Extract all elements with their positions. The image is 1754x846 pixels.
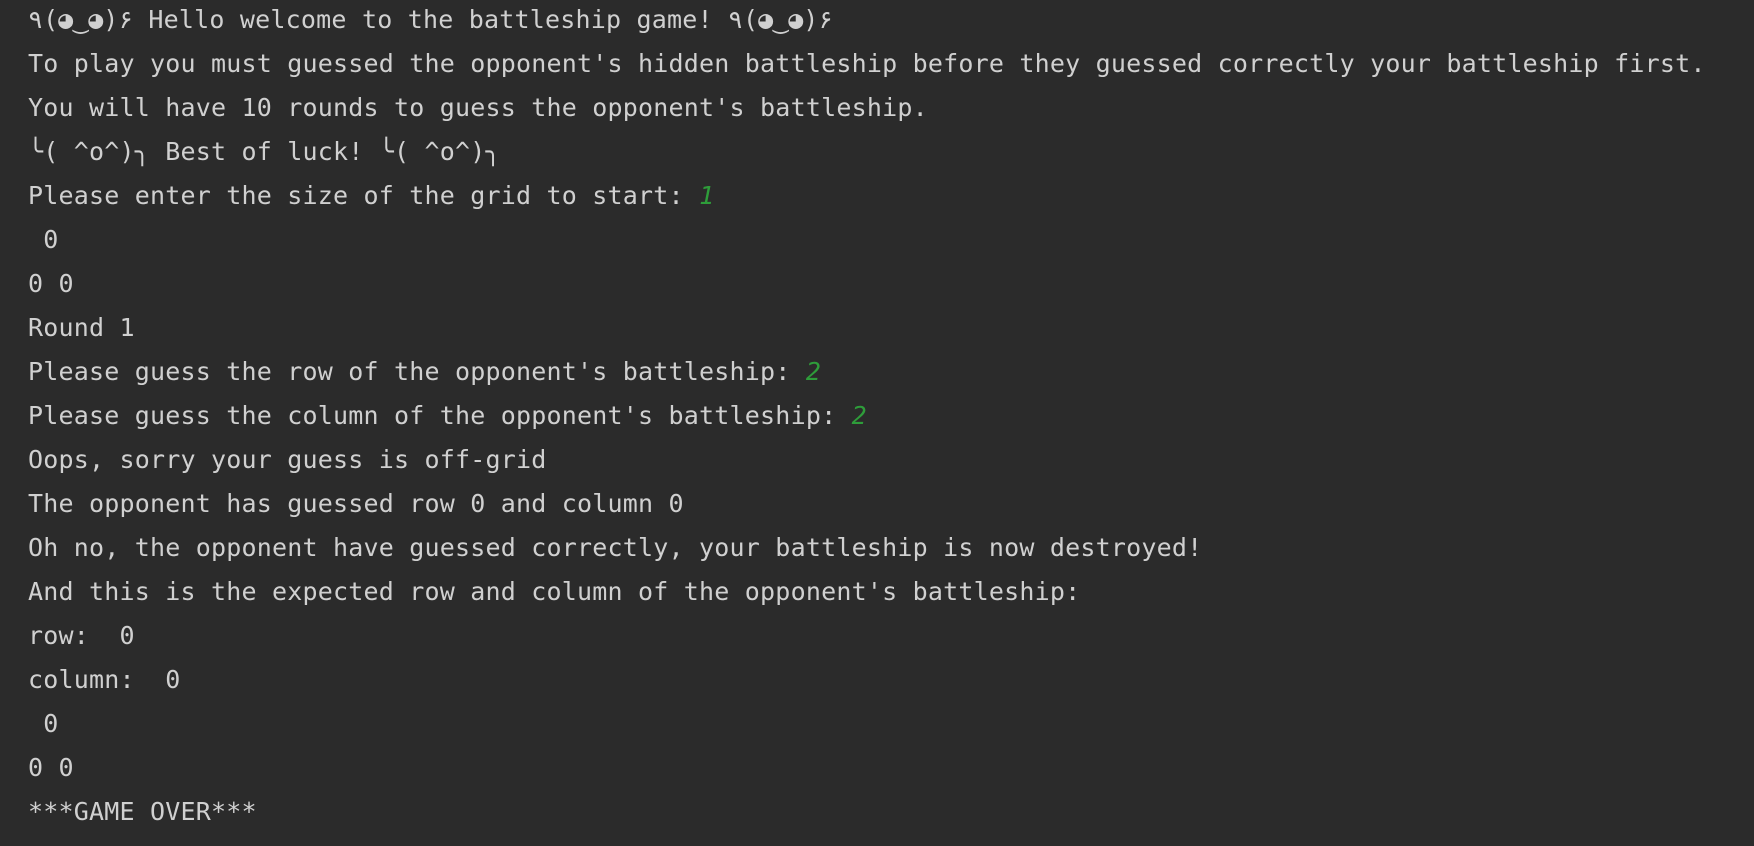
opponent-guess-line: The opponent has guessed row 0 and colum…: [28, 489, 684, 518]
destroyed-message-line: Oh no, the opponent have guessed correct…: [28, 533, 1203, 562]
expected-row-line: row: 0: [28, 621, 135, 650]
row-guess-prompt-line: Please guess the row of the opponent's b…: [28, 357, 822, 386]
rounds-info-line: You will have 10 rounds to guess the opp…: [28, 93, 928, 122]
welcome-line: ٩(◕‿◕)۶ Hello welcome to the battleship …: [28, 5, 834, 34]
game-over-line: ***GAME OVER***: [28, 797, 257, 826]
grid-row-line: 0: [28, 225, 59, 254]
expected-position-line: And this is the expected row and column …: [28, 577, 1081, 606]
grid-size-prompt-line: Please enter the size of the grid to sta…: [28, 181, 715, 210]
grid-size-input: 1: [699, 181, 715, 210]
grid-row-line: 0: [28, 709, 59, 738]
column-guess-prompt-line: Please guess the column of the opponent'…: [28, 401, 867, 430]
row-guess-input: 2: [805, 357, 822, 386]
console-output: ٩(◕‿◕)۶ Hello welcome to the battleship …: [0, 0, 1754, 846]
instructions-line: To play you must guessed the opponent's …: [28, 49, 1706, 78]
good-luck-line: ╰( ^o^)╮ Best of luck! ╰( ^o^)╮: [28, 137, 501, 166]
grid-row-line: 0 0: [28, 753, 74, 782]
round-label-line: Round 1: [28, 313, 135, 342]
off-grid-message-line: Oops, sorry your guess is off-grid: [28, 445, 547, 474]
grid-row-line: 0 0: [28, 269, 74, 298]
column-guess-input: 2: [851, 401, 867, 430]
expected-column-line: column: 0: [28, 665, 181, 694]
